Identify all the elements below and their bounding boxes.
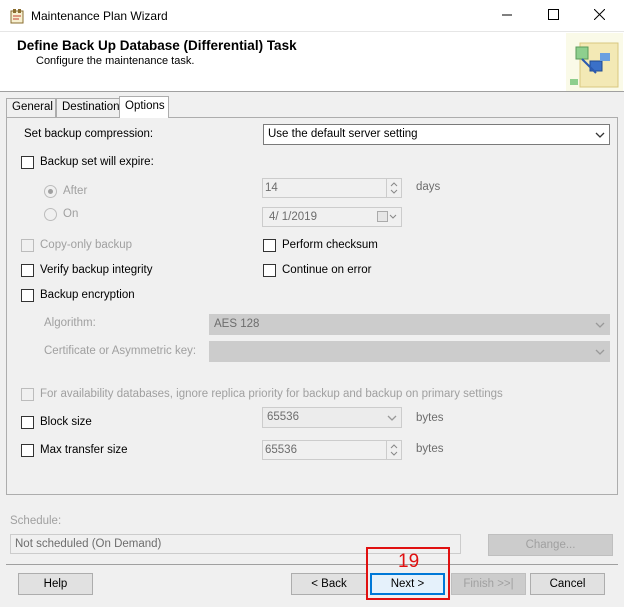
options-panel — [6, 117, 618, 495]
maximize-icon — [547, 9, 559, 23]
tab-general[interactable]: General — [6, 98, 56, 117]
maximize-button[interactable] — [530, 0, 576, 32]
cancel-button[interactable]: Cancel — [530, 573, 605, 595]
help-button[interactable]: Help — [18, 573, 93, 595]
tab-destination[interactable]: Destination — [56, 98, 120, 117]
wizard-app-icon — [9, 8, 26, 25]
step-annotation-number: 19 — [398, 551, 420, 572]
schedule-label: Schedule: — [10, 515, 62, 527]
page-title: Define Back Up Database (Differential) T… — [17, 38, 297, 53]
close-button[interactable] — [576, 0, 622, 32]
change-schedule-button[interactable]: Change... — [488, 534, 613, 556]
page-subtitle: Configure the maintenance task. — [36, 55, 195, 67]
wizard-banner-graphic — [566, 33, 623, 91]
tab-options[interactable]: Options — [119, 96, 169, 118]
finish-button[interactable]: Finish >>| — [451, 573, 526, 595]
close-icon — [593, 8, 605, 23]
window-title: Maintenance Plan Wizard — [31, 9, 168, 23]
minimize-button[interactable] — [484, 0, 530, 32]
title-bar: Maintenance Plan Wizard — [0, 0, 624, 32]
back-button[interactable]: < Back — [291, 573, 367, 595]
footer-divider — [6, 564, 618, 565]
minimize-icon — [501, 9, 513, 23]
